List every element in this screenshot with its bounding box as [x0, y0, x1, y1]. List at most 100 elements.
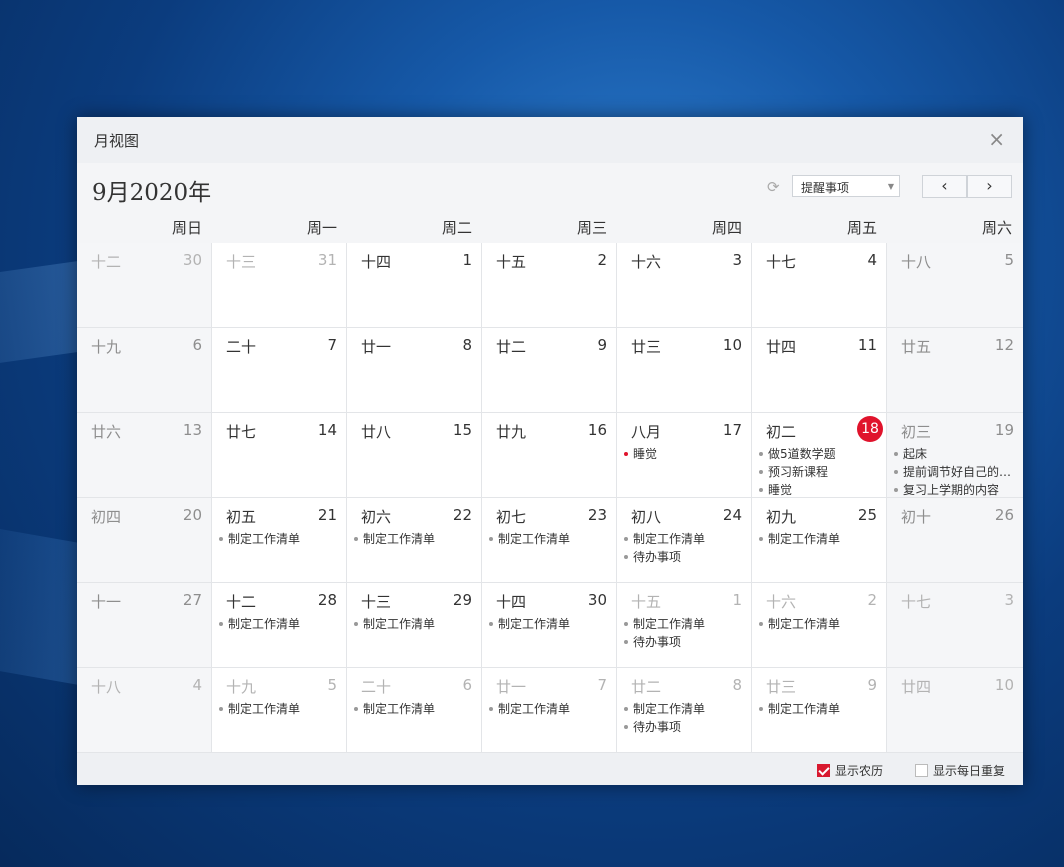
- day-cell[interactable]: 廿二 8 制定工作清单 待办事项: [617, 668, 752, 753]
- day-cell[interactable]: 初二 18 做5道数学题 预习新课程 睡觉: [752, 413, 887, 498]
- day-cell[interactable]: 初六 22 制定工作清单: [347, 498, 482, 583]
- prev-month-button[interactable]: ‹: [922, 175, 967, 198]
- event-item[interactable]: 制定工作清单: [489, 615, 613, 633]
- bullet-dot-icon: [624, 724, 628, 729]
- day-cell[interactable]: 十四 1: [347, 243, 482, 328]
- event-text: 制定工作清单: [633, 617, 706, 631]
- day-number: 25: [857, 506, 877, 524]
- day-cell[interactable]: 廿四 11: [752, 328, 887, 413]
- day-cell[interactable]: 十一 27: [77, 583, 212, 668]
- day-cell[interactable]: 初九 25 制定工作清单: [752, 498, 887, 583]
- day-number: 14: [317, 421, 337, 439]
- day-cell[interactable]: 十七 3: [887, 583, 1023, 668]
- event-list: 制定工作清单: [354, 615, 478, 633]
- event-item[interactable]: 提前调节好自己的…: [894, 463, 1018, 481]
- day-cell[interactable]: 廿一 8: [347, 328, 482, 413]
- day-number: 23: [587, 506, 607, 524]
- day-cell[interactable]: 十五 2: [482, 243, 617, 328]
- event-item[interactable]: 预习新课程: [759, 463, 883, 481]
- event-item[interactable]: 制定工作清单: [759, 700, 883, 718]
- event-item[interactable]: 制定工作清单: [219, 615, 343, 633]
- event-item[interactable]: 制定工作清单: [624, 615, 748, 633]
- event-item[interactable]: 制定工作清单: [219, 700, 343, 718]
- event-item[interactable]: 制定工作清单: [489, 530, 613, 548]
- day-cell[interactable]: 十五 1 制定工作清单 待办事项: [617, 583, 752, 668]
- footer-bar: 显示农历 显示每日重复: [77, 753, 1023, 785]
- day-cell[interactable]: 廿五 12: [887, 328, 1023, 413]
- checkbox-box[interactable]: [817, 764, 830, 777]
- event-item[interactable]: 待办事项: [624, 548, 748, 566]
- day-cell[interactable]: 初三 19 起床 提前调节好自己的… 复习上学期的内容: [887, 413, 1023, 498]
- bullet-dot-icon: [759, 536, 763, 541]
- day-cell[interactable]: 廿三 10: [617, 328, 752, 413]
- event-list: 制定工作清单 待办事项: [624, 530, 748, 566]
- close-icon[interactable]: ×: [988, 129, 1005, 149]
- show-daily-repeat-checkbox[interactable]: 显示每日重复: [915, 762, 1005, 779]
- day-cell[interactable]: 初四 20: [77, 498, 212, 583]
- bullet-dot-icon: [624, 639, 628, 644]
- event-item[interactable]: 制定工作清单: [219, 530, 343, 548]
- day-cell[interactable]: 十九 5 制定工作清单: [212, 668, 347, 753]
- day-cell[interactable]: 十三 31: [212, 243, 347, 328]
- day-cell[interactable]: 十二 28 制定工作清单: [212, 583, 347, 668]
- day-number: 12: [994, 336, 1014, 354]
- show-lunar-checkbox[interactable]: 显示农历: [817, 762, 883, 779]
- event-item[interactable]: 睡觉: [624, 445, 748, 463]
- lunar-date: 初四: [91, 508, 122, 526]
- event-item[interactable]: 睡觉: [759, 481, 883, 499]
- lunar-date: 十五: [631, 593, 662, 611]
- bullet-dot-icon: [219, 706, 223, 711]
- refresh-icon[interactable]: ⟳: [767, 178, 780, 196]
- day-cell[interactable]: 廿八 15: [347, 413, 482, 498]
- day-cell[interactable]: 十八 5: [887, 243, 1023, 328]
- day-cell[interactable]: 初八 24 制定工作清单 待办事项: [617, 498, 752, 583]
- event-item[interactable]: 制定工作清单: [759, 615, 883, 633]
- day-cell[interactable]: 廿六 13: [77, 413, 212, 498]
- event-item[interactable]: 制定工作清单: [354, 530, 478, 548]
- day-cell[interactable]: 八月 17 睡觉: [617, 413, 752, 498]
- event-item[interactable]: 做5道数学题: [759, 445, 883, 463]
- event-item[interactable]: 制定工作清单: [759, 530, 883, 548]
- day-cell[interactable]: 十四 30 制定工作清单: [482, 583, 617, 668]
- lunar-date: 二十: [361, 678, 392, 696]
- day-cell[interactable]: 廿四 10: [887, 668, 1023, 753]
- event-item[interactable]: 制定工作清单: [489, 700, 613, 718]
- day-cell[interactable]: 十八 4: [77, 668, 212, 753]
- checkbox-box[interactable]: [915, 764, 928, 777]
- event-item[interactable]: 起床: [894, 445, 1018, 463]
- event-item[interactable]: 待办事项: [624, 718, 748, 736]
- month-title: 9月2020年: [92, 180, 212, 206]
- event-item[interactable]: 制定工作清单: [354, 700, 478, 718]
- day-cell[interactable]: 初十 26: [887, 498, 1023, 583]
- lunar-date: 十五: [496, 253, 527, 271]
- day-number: 28: [317, 591, 337, 609]
- day-cell[interactable]: 十七 4: [752, 243, 887, 328]
- day-cell[interactable]: 初五 21 制定工作清单: [212, 498, 347, 583]
- event-item[interactable]: 制定工作清单: [624, 530, 748, 548]
- day-cell[interactable]: 十六 3: [617, 243, 752, 328]
- day-cell[interactable]: 初七 23 制定工作清单: [482, 498, 617, 583]
- lunar-date: 十六: [631, 253, 662, 271]
- day-cell[interactable]: 二十 6 制定工作清单: [347, 668, 482, 753]
- day-cell[interactable]: 十三 29 制定工作清单: [347, 583, 482, 668]
- lunar-date: 十八: [901, 253, 932, 271]
- day-cell[interactable]: 廿七 14: [212, 413, 347, 498]
- day-cell[interactable]: 十二 30: [77, 243, 212, 328]
- day-cell[interactable]: 廿三 9 制定工作清单: [752, 668, 887, 753]
- day-cell[interactable]: 十六 2 制定工作清单: [752, 583, 887, 668]
- day-cell[interactable]: 廿一 7 制定工作清单: [482, 668, 617, 753]
- event-item[interactable]: 制定工作清单: [354, 615, 478, 633]
- day-number: 29: [452, 591, 472, 609]
- event-text: 提前调节好自己的…: [903, 465, 1012, 479]
- day-number: 11: [857, 336, 877, 354]
- bullet-dot-icon: [894, 469, 898, 474]
- next-month-button[interactable]: ›: [967, 175, 1012, 198]
- event-item[interactable]: 制定工作清单: [624, 700, 748, 718]
- day-cell[interactable]: 廿二 9: [482, 328, 617, 413]
- reminder-filter-select[interactable]: 提醒事项 ▼: [792, 175, 900, 197]
- day-cell[interactable]: 廿九 16: [482, 413, 617, 498]
- event-item[interactable]: 复习上学期的内容: [894, 481, 1018, 499]
- day-cell[interactable]: 二十 7: [212, 328, 347, 413]
- event-item[interactable]: 待办事项: [624, 633, 748, 651]
- day-cell[interactable]: 十九 6: [77, 328, 212, 413]
